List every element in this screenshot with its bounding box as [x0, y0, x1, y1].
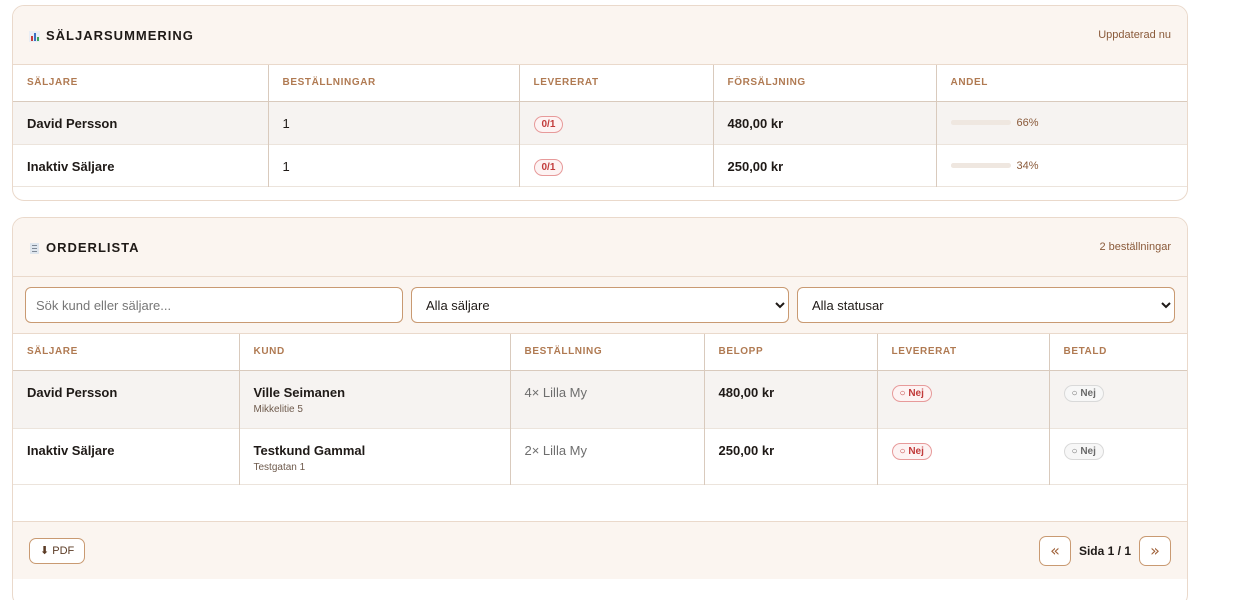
customer-name: Ville Seimanen — [253, 384, 346, 400]
order-count: 1 — [268, 101, 520, 144]
pdf-export-button[interactable]: ⬇ PDF — [29, 537, 86, 564]
bar-chart-icon — [29, 30, 40, 42]
seller-summary-table: SÄLJARE BESTÄLLNINGAR LEVERERAT FÖRSÄLJN… — [13, 65, 1187, 187]
order-amount: 250,00 kr — [704, 428, 878, 484]
seller-name: David Persson — [13, 101, 269, 144]
search-input[interactable] — [25, 287, 403, 323]
col-share[interactable]: ANDEL — [936, 65, 1187, 102]
col-order[interactable]: BESTÄLLNING — [510, 334, 705, 371]
seller-summary-title: SÄLJARSUMMERING — [29, 28, 194, 43]
order-table: SÄLJARE KUND BESTÄLLNING BELOPP LEVERERA… — [13, 334, 1187, 485]
col-delivered[interactable]: LEVERERAT — [519, 65, 714, 102]
share-bar — [950, 120, 1011, 125]
seller-filter-select[interactable]: Alla säljare — [411, 287, 789, 323]
order-amount: 480,00 kr — [704, 370, 878, 428]
share-value: 66% — [1016, 116, 1039, 129]
sales-amount: 480,00 kr — [713, 101, 937, 144]
order-items: 2× Lilla My — [510, 428, 705, 484]
delivered-badge: 0/1 — [533, 115, 564, 133]
delivered-status-badge[interactable]: ○ Nej — [891, 384, 932, 402]
seller-summary-title-text: SÄLJARSUMMERING — [46, 27, 194, 43]
seller-summary-card: SÄLJARSUMMERING Uppdaterad nu SÄLJARE BE… — [12, 5, 1188, 201]
page-indicator: Sida 1 / 1 — [1078, 543, 1131, 558]
share-indicator: 34% — [950, 159, 1175, 172]
seller-name: Inaktiv Säljare — [13, 428, 240, 484]
col-seller[interactable]: SÄLJARE — [13, 334, 240, 371]
customer-address: Testgatan 1 — [253, 461, 306, 473]
delivered-status-badge[interactable]: ○ Nej — [891, 442, 932, 460]
col-delivered[interactable]: LEVERERAT — [877, 334, 1050, 371]
order-list-title-text: ORDERLISTA — [46, 239, 140, 255]
seller-name: Inaktiv Säljare — [13, 144, 269, 186]
order-count-label: 2 beställningar — [1099, 241, 1171, 253]
order-list-header: ORDERLISTA 2 beställningar — [13, 218, 1187, 277]
table-row[interactable]: David Persson 1 0/1 480,00 kr 66% — [13, 101, 1187, 144]
order-count: 1 — [268, 144, 520, 186]
table-row[interactable]: Inaktiv Säljare 1 0/1 250,00 kr 34% — [13, 144, 1187, 186]
paid-status-badge[interactable]: ○ Nej — [1063, 384, 1104, 402]
table-row[interactable]: David Persson Ville Seimanen Mikkelitie … — [13, 370, 1187, 428]
col-seller[interactable]: SÄLJARE — [13, 65, 269, 102]
share-bar — [950, 163, 1011, 168]
order-items: 4× Lilla My — [510, 370, 705, 428]
col-amount[interactable]: BELOPP — [704, 334, 878, 371]
table-row[interactable]: Inaktiv Säljare Testkund Gammal Testgata… — [13, 428, 1187, 484]
col-customer[interactable]: KUND — [239, 334, 511, 371]
seller-summary-header: SÄLJARSUMMERING Uppdaterad nu — [13, 6, 1187, 65]
seller-name: David Persson — [13, 370, 240, 428]
paid-status-badge[interactable]: ○ Nej — [1063, 442, 1104, 460]
order-list-title: ORDERLISTA — [29, 240, 140, 255]
order-list-footer: ⬇ PDF « Sida 1 / 1 » — [13, 521, 1187, 579]
updated-label: Uppdaterad nu — [1098, 29, 1171, 41]
customer-name: Testkund Gammal — [253, 442, 366, 458]
pagination: « Sida 1 / 1 » — [1038, 535, 1171, 566]
customer-address: Mikkelitie 5 — [253, 403, 303, 415]
share-value: 34% — [1016, 159, 1039, 172]
delivered-badge: 0/1 — [533, 158, 564, 176]
col-orders[interactable]: BESTÄLLNINGAR — [268, 65, 520, 102]
filter-bar: Alla säljare Alla statusar — [13, 277, 1187, 334]
receipt-icon — [29, 242, 40, 254]
sales-amount: 250,00 kr — [713, 144, 937, 186]
order-list-card: ORDERLISTA 2 beställningar Alla säljare … — [12, 217, 1188, 600]
prev-page-button[interactable]: « — [1038, 535, 1071, 566]
col-paid[interactable]: BETALD — [1049, 334, 1187, 371]
next-page-button[interactable]: » — [1139, 535, 1171, 566]
col-sales[interactable]: FÖRSÄLJNING — [713, 65, 937, 102]
share-indicator: 66% — [950, 116, 1175, 129]
status-filter-select[interactable]: Alla statusar — [797, 287, 1175, 323]
